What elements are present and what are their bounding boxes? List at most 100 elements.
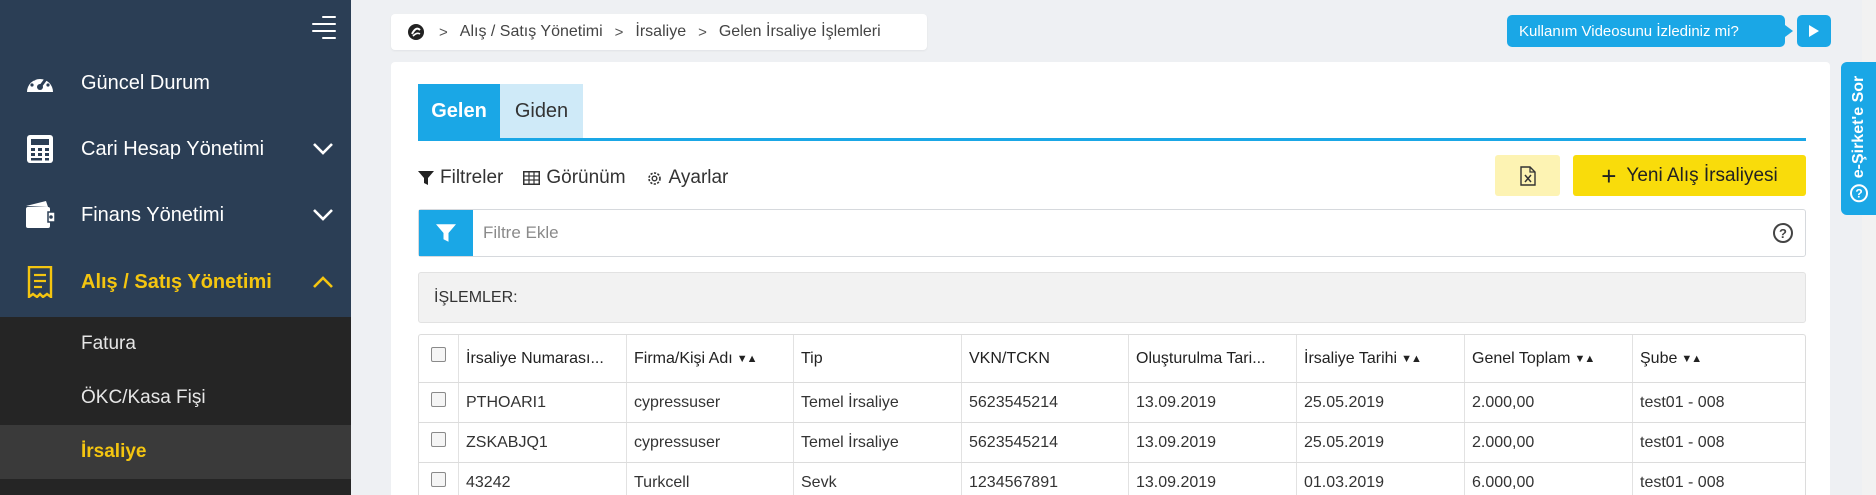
table-cell: Temel İrsaliye (794, 383, 962, 422)
table-cell: 25.05.2019 (1297, 383, 1465, 422)
sidebar-item-alis-satis[interactable]: Alış / Satış Yönetimi (0, 249, 351, 315)
filter-input[interactable] (483, 210, 1743, 256)
sidebar-item-finans[interactable]: Finans Yönetimi (0, 182, 351, 248)
side-tab-label: ? e-Şirket'e Sor (1849, 75, 1868, 202)
tab-underline (418, 138, 1806, 141)
column-header-label: Firma/Kişi Adı (634, 349, 733, 367)
calculator-icon (24, 133, 56, 165)
table-cell: test01 - 008 (1640, 433, 1725, 451)
table-cell: 5623545214 (962, 423, 1129, 462)
submenu-item-okc-kasa-fisi[interactable]: ÖKC/Kasa Fişi (0, 371, 351, 425)
tab-bar: Gelen Giden (418, 84, 583, 138)
chevron-up-icon (313, 276, 333, 288)
table-cell: Sevk (794, 463, 962, 495)
sidebar-item-cari-hesap[interactable]: Cari Hesap Yönetimi (0, 116, 351, 182)
wallet-icon (24, 199, 56, 231)
filters-label: Filtreler (440, 167, 504, 188)
tab-gelen[interactable]: Gelen (418, 84, 500, 138)
video-tip-label: Kullanım Videosunu İzlediniz mi? (1519, 22, 1739, 40)
table-row[interactable]: PTHOARI1 cypressuser Temel İrsaliye 5623… (419, 383, 1805, 423)
breadcrumb-separator-icon: > (439, 23, 448, 41)
table-cell: 01.03.2019 (1297, 463, 1465, 495)
video-tip-button[interactable]: Kullanım Videosunu İzlediniz mi? (1507, 15, 1793, 47)
column-header[interactable]: Firma/Kişi Adı ▼▲ (627, 335, 794, 382)
column-header[interactable]: Şube ▼▲ (1633, 335, 1805, 382)
breadcrumb-item[interactable]: Alış / Satış Yönetimi (460, 23, 603, 41)
table-header-row: İrsaliye Numarası... Firma/Kişi Adı ▼▲ Ti… (419, 335, 1805, 383)
table-cell: 13.09.2019 (1129, 423, 1297, 462)
funnel-icon (436, 224, 456, 242)
sidebar-item-label: Alış / Satış Yönetimi (81, 270, 272, 293)
sort-icon[interactable]: ▼▲ (1681, 353, 1702, 365)
table-cell: 25.05.2019 (1297, 423, 1465, 462)
sort-icon[interactable]: ▼▲ (1574, 353, 1595, 365)
view-button[interactable]: Görünüm (523, 167, 626, 189)
table-cell: cypressuser (627, 423, 794, 462)
column-header[interactable]: İrsaliye Tarihi ▼▲ (1297, 335, 1465, 382)
table-row[interactable]: ZSKABJQ1 cypressuser Temel İrsaliye 5623… (419, 423, 1805, 463)
row-checkbox[interactable] (431, 392, 446, 407)
filter-bar: ? (418, 209, 1806, 257)
sidebar-topbar (0, 0, 351, 52)
excel-export-button[interactable] (1495, 155, 1560, 196)
video-play-button[interactable] (1797, 15, 1831, 47)
column-header-label: VKN/TCKN (969, 349, 1050, 367)
table-grid-icon (523, 171, 541, 185)
chevron-down-icon (313, 209, 333, 221)
excel-file-icon (1519, 165, 1536, 186)
e-sirkete-sor-tab[interactable]: ? e-Şirket'e Sor (1841, 62, 1876, 215)
sidebar-item-label: Güncel Durum (81, 71, 210, 94)
submenu-item-label: ÖKC/Kasa Fişi (81, 387, 206, 408)
column-header[interactable]: Tip (794, 335, 962, 382)
breadcrumb-separator-icon: > (698, 23, 707, 41)
table-cell: 5623545214 (962, 383, 1129, 422)
column-header-label: Tip (801, 349, 823, 367)
home-logo-icon[interactable] (407, 23, 425, 41)
side-tab-text: e-Şirket'e Sor (1849, 75, 1867, 178)
table-row[interactable]: 43242 Turkcell Sevk 1234567891 13.09.201… (419, 463, 1805, 495)
submenu-alis-satis: Fatura ÖKC/Kasa Fişi İrsaliye (0, 317, 351, 495)
submenu-item-irsaliye[interactable]: İrsaliye (0, 425, 351, 479)
play-icon (1809, 25, 1819, 37)
breadcrumb-item-current: Gelen İrsaliye İşlemleri (718, 23, 881, 40)
column-header[interactable]: İrsaliye Numarası... (459, 335, 627, 382)
sort-icon[interactable]: ▼▲ (737, 353, 758, 365)
new-purchase-waybill-button[interactable]: + Yeni Alış İrsaliyesi (1573, 155, 1806, 196)
column-header-label: İrsaliye Numarası... (466, 349, 604, 367)
table-cell: PTHOARI1 (459, 383, 627, 422)
submenu-item-fatura[interactable]: Fatura (0, 317, 351, 371)
tab-giden[interactable]: Giden (500, 84, 583, 138)
column-header[interactable]: Oluşturulma Tari... (1129, 335, 1297, 382)
plus-icon: + (1601, 160, 1617, 191)
breadcrumb: > Alış / Satış Yönetimi > İrsaliye > Gel… (391, 14, 927, 50)
column-header[interactable]: Genel Toplam ▼▲ (1465, 335, 1633, 382)
help-icon[interactable]: ? (1773, 223, 1793, 243)
column-header-label: Oluşturulma Tari... (1136, 349, 1266, 367)
table-cell: Turkcell (627, 463, 794, 495)
waybill-table: İrsaliye Numarası... Firma/Kişi Adı ▼▲ Ti… (418, 334, 1806, 495)
row-checkbox[interactable] (431, 432, 446, 447)
operations-title: İŞLEMLER: (434, 288, 518, 306)
header-checkbox-cell (419, 335, 459, 382)
row-checkbox-cell (419, 383, 459, 422)
hamburger-menu-icon[interactable] (312, 16, 336, 39)
breadcrumb-item[interactable]: İrsaliye (635, 23, 686, 41)
row-checkbox-cell (419, 463, 459, 495)
column-header-label: Genel Toplam (1472, 349, 1571, 367)
filter-toggle-button[interactable] (419, 210, 473, 256)
main-card: Gelen Giden Filtreler Görünüm Ayarlar + … (391, 62, 1830, 495)
receipt-icon (24, 266, 56, 298)
sidebar-item-guncel-durum[interactable]: Güncel Durum (0, 50, 351, 116)
table-cell: test01 - 008 (1640, 393, 1725, 411)
column-header[interactable]: VKN/TCKN (962, 335, 1129, 382)
row-checkbox[interactable] (431, 472, 446, 487)
sort-icon[interactable]: ▼▲ (1401, 353, 1422, 365)
table-cell: ZSKABJQ1 (459, 423, 627, 462)
settings-button[interactable]: Ayarlar (646, 167, 728, 189)
filters-button[interactable]: Filtreler (418, 167, 503, 189)
dashboard-gauge-icon (24, 67, 56, 99)
toolbar: Filtreler Görünüm Ayarlar (418, 164, 748, 192)
select-all-checkbox[interactable] (431, 347, 446, 362)
gear-icon (647, 171, 661, 185)
table-cell: 43242 (459, 463, 627, 495)
